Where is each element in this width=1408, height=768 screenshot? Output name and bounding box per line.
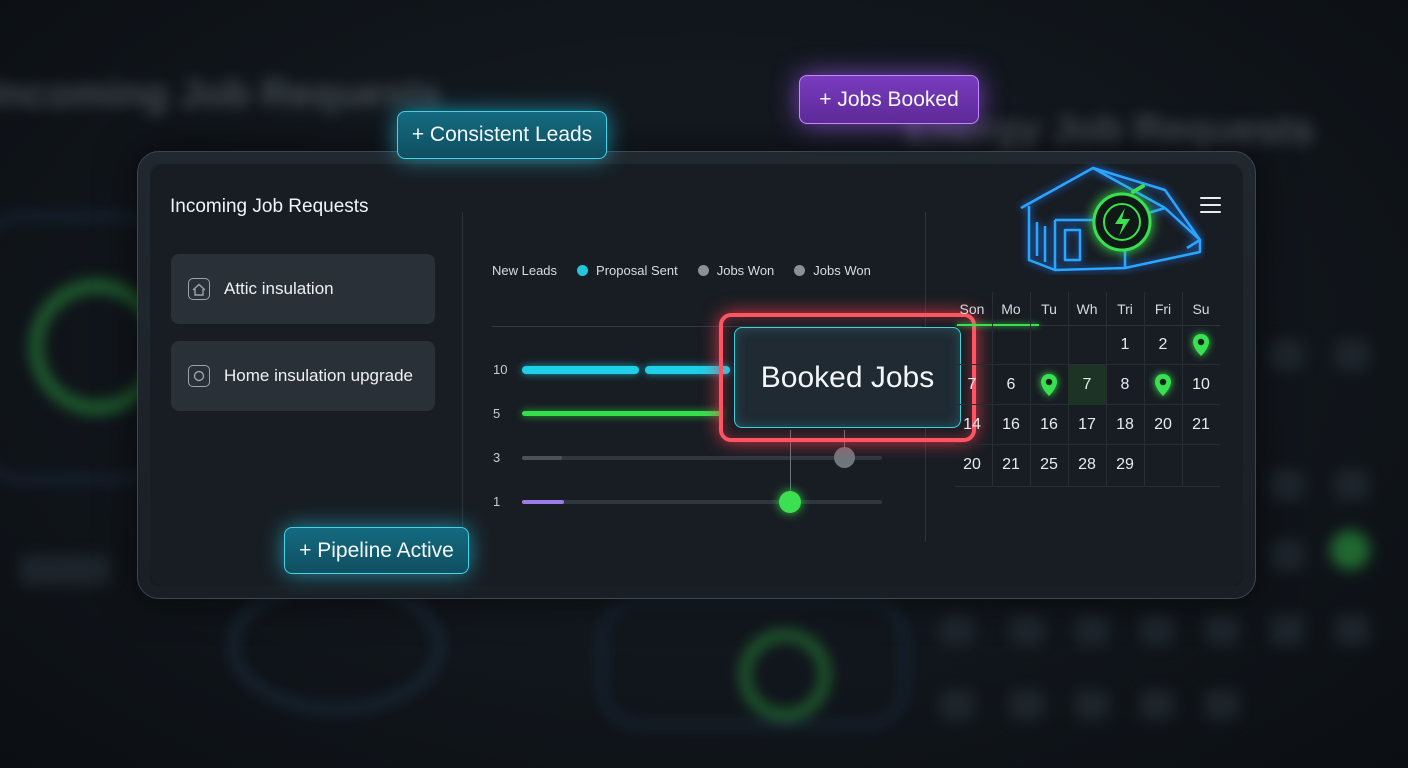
calendar-day[interactable]: 21 bbox=[992, 445, 1030, 485]
background-energy-circle-bottom bbox=[740, 630, 830, 720]
jobs-booked-tag[interactable]: + Jobs Booked bbox=[799, 75, 979, 124]
legend-item-proposal-sent: Proposal Sent bbox=[577, 263, 678, 278]
calendar-week-indicator bbox=[957, 324, 1039, 326]
pipeline-row-label: 5 bbox=[493, 406, 501, 421]
calendar-day-booked[interactable] bbox=[1182, 325, 1220, 365]
pipeline-row-label: 10 bbox=[493, 362, 508, 377]
calendar-day[interactable]: 16 bbox=[992, 405, 1030, 445]
calendar-day-header: Fri bbox=[1154, 301, 1172, 317]
pipeline-legend: New Leads Proposal Sent Jobs Won Jobs Wo… bbox=[492, 263, 891, 278]
legend-label: Jobs Won bbox=[813, 263, 871, 278]
calendar-day[interactable]: 20 bbox=[1144, 405, 1182, 445]
job-request-home-insulation-upgrade[interactable]: Home insulation upgrade bbox=[171, 341, 435, 411]
calendar-day[interactable]: 18 bbox=[1106, 405, 1144, 445]
calendar-day-booked[interactable] bbox=[1144, 365, 1182, 405]
calendar-day[interactable]: 17 bbox=[1068, 405, 1106, 445]
job-request-label: Attic insulation bbox=[224, 279, 334, 298]
hamburger-menu-icon[interactable] bbox=[1200, 197, 1221, 218]
legend-item-jobs-won-2: Jobs Won bbox=[794, 263, 871, 278]
legend-label: Proposal Sent bbox=[596, 263, 678, 278]
calendar-day-header: Tri bbox=[1117, 301, 1133, 317]
house-icon bbox=[188, 278, 210, 300]
calendar-day-header: Son bbox=[959, 301, 985, 317]
pipeline-row-label: 1 bbox=[493, 494, 501, 509]
circle-icon bbox=[188, 365, 210, 387]
legend-item-jobs-won: Jobs Won bbox=[697, 263, 775, 278]
calendar-day[interactable]: 2 bbox=[1144, 325, 1182, 365]
pipeline-active-tag[interactable]: + Pipeline Active bbox=[284, 527, 469, 574]
legend-label: Jobs Won bbox=[716, 263, 775, 278]
calendar-day[interactable]: 20 bbox=[953, 445, 991, 485]
calendar-day[interactable]: 28 bbox=[1068, 445, 1106, 485]
booked-jobs-callout[interactable]: Booked Jobs bbox=[734, 327, 961, 428]
calendar-day-header: Mo bbox=[1001, 301, 1021, 317]
energy-house-icon bbox=[1020, 166, 1202, 272]
calendar-day-booked[interactable] bbox=[1030, 365, 1068, 405]
location-pin-icon bbox=[1041, 374, 1057, 396]
calendar-day[interactable]: 6 bbox=[992, 365, 1030, 405]
calendar-day[interactable]: 16 bbox=[1030, 405, 1068, 445]
pipeline-bar-final bbox=[522, 500, 564, 504]
calendar-day[interactable]: 14 bbox=[953, 405, 991, 445]
pipeline-slider-handle-final[interactable] bbox=[779, 491, 801, 513]
calendar-day[interactable]: 25 bbox=[1030, 445, 1068, 485]
calendar-day-header: Wh bbox=[1076, 301, 1098, 317]
calendar-day[interactable]: 21 bbox=[1182, 405, 1220, 445]
consistent-leads-tag[interactable]: + Consistent Leads bbox=[397, 111, 607, 159]
job-request-attic-insulation[interactable]: Attic insulation bbox=[171, 254, 435, 324]
calendar-day[interactable]: 29 bbox=[1106, 445, 1144, 485]
pipeline-slider-handle-jobs-won[interactable] bbox=[834, 447, 855, 468]
location-pin-icon bbox=[1155, 374, 1171, 396]
left-column-divider bbox=[462, 212, 463, 542]
pipeline-row-label: 3 bbox=[493, 450, 501, 465]
job-requests-title: Incoming Job Requests bbox=[170, 196, 369, 217]
calendar-day[interactable]: 8 bbox=[1106, 365, 1144, 405]
calendar-day-header: Su bbox=[1192, 301, 1210, 317]
pipeline-bar-new-leads-segment-2 bbox=[645, 366, 730, 374]
pipeline-bar-jobs-won bbox=[522, 456, 562, 460]
legend-item-new-leads: New Leads bbox=[492, 263, 557, 278]
pipeline-bar-proposal-sent bbox=[522, 411, 722, 416]
pipeline-bar-new-leads-segment-1 bbox=[522, 366, 639, 374]
location-pin-icon bbox=[1193, 334, 1209, 356]
calendar-day-selected[interactable]: 7 bbox=[1068, 365, 1106, 405]
legend-dot bbox=[577, 265, 589, 276]
legend-label: New Leads bbox=[492, 263, 558, 278]
calendar-day[interactable]: 1 bbox=[1106, 325, 1144, 365]
legend-dot bbox=[697, 265, 709, 276]
legend-dot bbox=[794, 265, 806, 276]
calendar-day-header: Tu bbox=[1041, 301, 1057, 317]
background-circle-outline bbox=[230, 580, 442, 712]
pipeline-track-jobs-won bbox=[522, 456, 882, 460]
calendar-day[interactable]: 10 bbox=[1182, 365, 1220, 405]
calendar-day[interactable]: 7 bbox=[953, 365, 991, 405]
job-request-label: Home insulation upgrade bbox=[224, 366, 414, 385]
background-title-left: Incoming Job Requests bbox=[0, 72, 442, 116]
pipeline-track-final bbox=[522, 500, 882, 504]
